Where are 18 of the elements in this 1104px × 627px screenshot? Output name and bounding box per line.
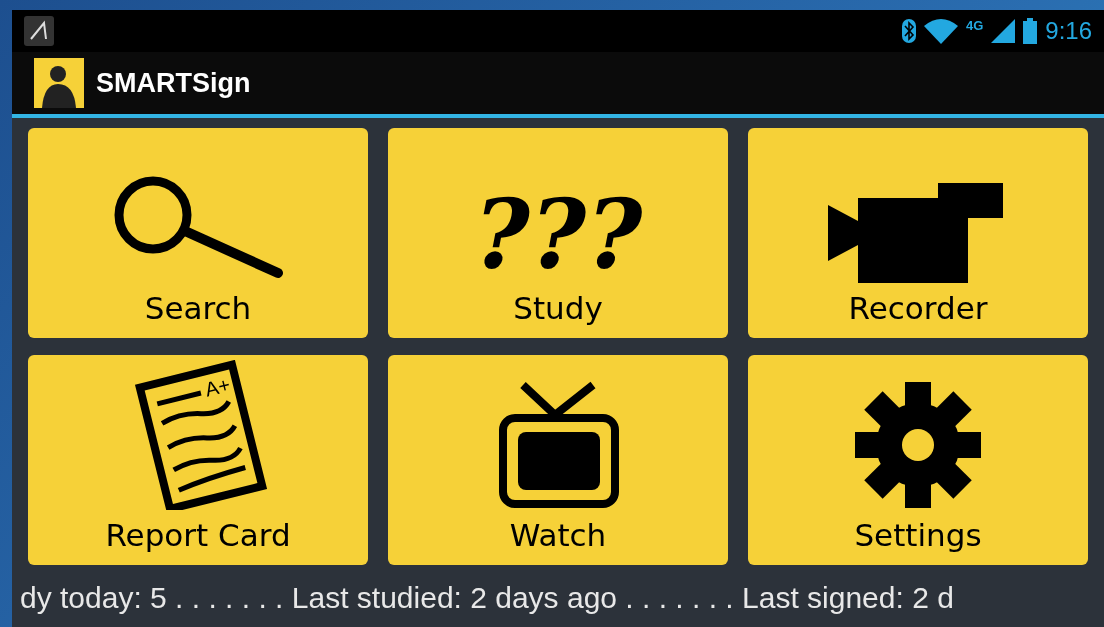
battery-icon [1023, 18, 1038, 44]
wifi-icon [923, 18, 958, 44]
app-title: SMARTSign [96, 66, 251, 100]
menu-tile[interactable]: Watch [388, 355, 728, 565]
menu-tile[interactable]: Recorder [748, 128, 1088, 338]
gear-icon [853, 380, 983, 511]
stats-ticker: dy today: 5 . . . . . . . Last studied: 2 days ago . . . . . . . Last signed: 2 d [20, 580, 954, 616]
menu-tile[interactable]: Settings [748, 355, 1088, 565]
network-label: 4G [965, 17, 984, 35]
menu-tile[interactable]: Search [28, 128, 368, 338]
app-logo-icon [34, 58, 84, 108]
question-marks-icon: ??? [461, 187, 655, 284]
menu-tile[interactable]: ??? Study [388, 128, 728, 338]
clock: 9:16 [1045, 16, 1092, 46]
signal-icon [991, 19, 1016, 43]
bluetooth-icon [901, 19, 916, 43]
app-notification-icon [24, 16, 54, 46]
menu-tile[interactable]: A+ Report Card [28, 355, 368, 565]
